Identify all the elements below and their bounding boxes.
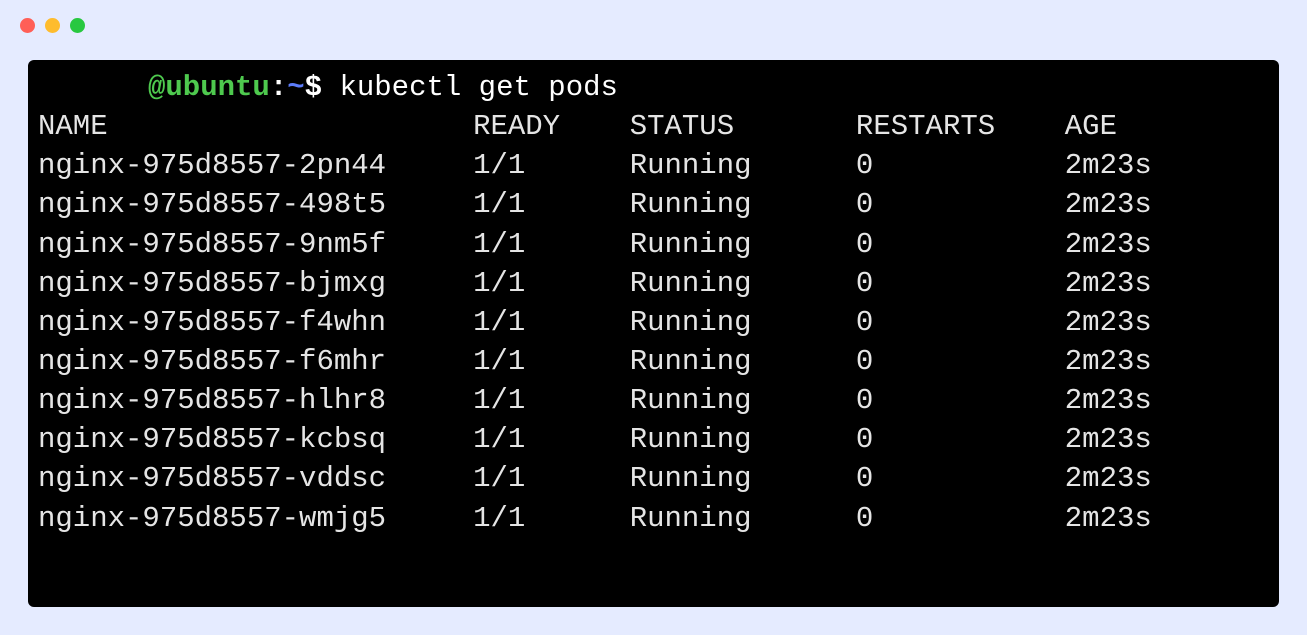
output-header: NAME READY STATUS RESTARTS AGE bbox=[38, 107, 1269, 146]
prompt-host: @ubuntu bbox=[148, 71, 270, 104]
table-row: nginx-975d8557-wmjg5 1/1 Running 0 2m23s bbox=[38, 499, 1269, 538]
table-row: nginx-975d8557-f4whn 1/1 Running 0 2m23s bbox=[38, 303, 1269, 342]
prompt-dollar: $ bbox=[305, 71, 322, 104]
output-rows: nginx-975d8557-2pn44 1/1 Running 0 2m23s… bbox=[38, 146, 1269, 537]
prompt-user-redacted bbox=[38, 68, 148, 107]
table-row: nginx-975d8557-2pn44 1/1 Running 0 2m23s bbox=[38, 146, 1269, 185]
titlebar bbox=[0, 0, 1307, 50]
maximize-icon[interactable] bbox=[70, 18, 85, 33]
close-icon[interactable] bbox=[20, 18, 35, 33]
table-row: nginx-975d8557-vddsc 1/1 Running 0 2m23s bbox=[38, 459, 1269, 498]
prompt-separator: : bbox=[270, 71, 287, 104]
table-row: nginx-975d8557-f6mhr 1/1 Running 0 2m23s bbox=[38, 342, 1269, 381]
table-row: nginx-975d8557-9nm5f 1/1 Running 0 2m23s bbox=[38, 225, 1269, 264]
minimize-icon[interactable] bbox=[45, 18, 60, 33]
table-row: nginx-975d8557-hlhr8 1/1 Running 0 2m23s bbox=[38, 381, 1269, 420]
prompt-path: ~ bbox=[287, 71, 304, 104]
table-row: nginx-975d8557-bjmxg 1/1 Running 0 2m23s bbox=[38, 264, 1269, 303]
prompt-command: kubectl get pods bbox=[339, 71, 617, 104]
table-row: nginx-975d8557-498t5 1/1 Running 0 2m23s bbox=[38, 185, 1269, 224]
table-row: nginx-975d8557-kcbsq 1/1 Running 0 2m23s bbox=[38, 420, 1269, 459]
terminal-window: @ubuntu:~$ kubectl get pods NAME READY S… bbox=[0, 0, 1307, 635]
prompt-line: @ubuntu:~$ kubectl get pods bbox=[38, 68, 1269, 107]
terminal-body[interactable]: @ubuntu:~$ kubectl get pods NAME READY S… bbox=[28, 60, 1279, 607]
